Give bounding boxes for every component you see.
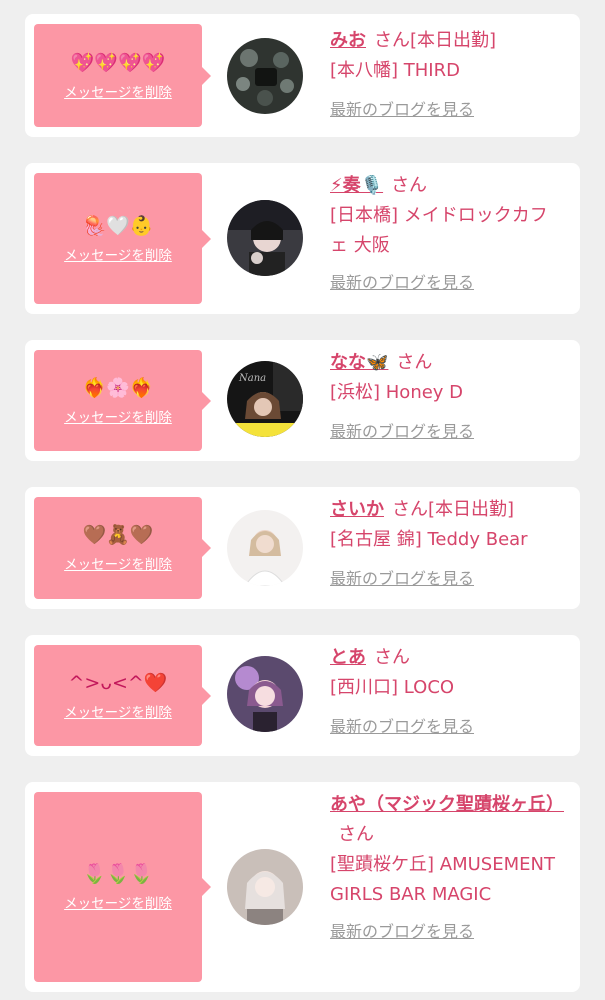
status-badge: [本日出勤] (410, 30, 497, 51)
delete-message-link[interactable]: メッセージを削除 (64, 81, 172, 101)
avatar[interactable] (227, 38, 303, 114)
svg-text:Nana: Nana (238, 373, 266, 384)
list-item: 🪼🤍👶 メッセージを削除 ⚡奏🎙️ さん [日本橋] メイドロックカフェ 大阪 最… (25, 163, 580, 314)
latest-blog-link[interactable]: 最新のブログを見る (330, 920, 474, 944)
delete-message-link[interactable]: メッセージを削除 (64, 406, 172, 426)
shop-name: [浜松] Honey D (330, 382, 464, 403)
honorific: さん (391, 175, 428, 196)
shop-name: [西川口] LOCO (330, 677, 455, 698)
cast-name-link[interactable]: なな🦋 (330, 352, 388, 373)
shop-name: [名古屋 錦] Teddy Bear (330, 529, 528, 550)
shop-name: [日本橋] メイドロックカフェ 大阪 (330, 205, 548, 256)
cast-info: さいか さん[本日出勤] [名古屋 錦] Teddy Bear 最新のブログを見る (330, 495, 562, 591)
list-item: ❤️‍🔥🌸❤️‍🔥 メッセージを削除 Nana なな🦋 さん [浜松] Honey… (25, 340, 580, 461)
message-bubble: 🪼🤍👶 メッセージを削除 (34, 173, 211, 304)
honorific: さん (374, 647, 410, 668)
status-badge: [本日出勤] (428, 499, 515, 520)
avatar-photo-icon (227, 38, 303, 114)
message-emoji: 🪼🤍👶 (82, 214, 154, 237)
shop-name: [聖蹟桜ケ丘] AMUSEMENT GIRLS BAR MAGIC (330, 854, 555, 905)
honorific: さん (374, 30, 410, 51)
latest-blog-link[interactable]: 最新のブログを見る (330, 715, 474, 739)
delete-message-link[interactable]: メッセージを削除 (64, 701, 172, 721)
cast-info: あや（マジック聖蹟桜ヶ丘） さん [聖蹟桜ケ丘] AMUSEMENT GIRLS … (330, 790, 564, 944)
avatar[interactable]: Nana (227, 361, 303, 437)
avatar-photo-icon: Nana (227, 361, 303, 437)
shop-name: [本八幡] THIRD (330, 60, 460, 81)
message-emoji: 🤎🧸🤎 (82, 524, 154, 546)
avatar-photo-icon (227, 200, 303, 276)
message-bubble: ❤️‍🔥🌸❤️‍🔥 メッセージを削除 (34, 350, 211, 451)
list-item: 🤎🧸🤎 メッセージを削除 さいか さん[本日出勤] [名古屋 錦] Teddy B… (25, 487, 580, 609)
cast-name-link[interactable]: さいか (330, 499, 384, 520)
avatar[interactable] (227, 200, 303, 276)
avatar[interactable] (227, 849, 303, 925)
message-list: 💖💖💖💖 メッセージを削除 みお さん[本日出勤] [本八幡] THIRD 最新の… (0, 0, 605, 992)
cast-name-link[interactable]: とあ (330, 647, 366, 668)
cast-info: みお さん[本日出勤] [本八幡] THIRD 最新のブログを見る (330, 26, 562, 122)
message-emoji: 🌷🌷🌷 (82, 863, 154, 885)
avatar-photo-icon (227, 510, 303, 586)
message-bubble: ^>ᴗ<^❤️ メッセージを削除 (34, 645, 211, 746)
list-item: 🌷🌷🌷 メッセージを削除 あや（マジック聖蹟桜ヶ丘） さん [聖蹟桜ケ丘] AMU… (25, 782, 580, 992)
cast-info: とあ さん [西川口] LOCO 最新のブログを見る (330, 643, 562, 739)
message-bubble: 🌷🌷🌷 メッセージを削除 (34, 792, 211, 982)
avatar[interactable] (227, 656, 303, 732)
list-item: ^>ᴗ<^❤️ メッセージを削除 とあ さん [西川口] LOCO 最新のブログを… (25, 635, 580, 756)
message-emoji: ❤️‍🔥🌸❤️‍🔥 (82, 376, 154, 399)
message-bubble: 🤎🧸🤎 メッセージを削除 (34, 497, 211, 599)
cast-info: ⚡奏🎙️ さん [日本橋] メイドロックカフェ 大阪 最新のブログを見る (330, 171, 562, 295)
avatar[interactable] (227, 510, 303, 586)
cast-name-link[interactable]: ⚡奏🎙️ (330, 175, 383, 196)
latest-blog-link[interactable]: 最新のブログを見る (330, 271, 474, 295)
honorific: さん (396, 352, 433, 373)
list-item: 💖💖💖💖 メッセージを削除 みお さん[本日出勤] [本八幡] THIRD 最新の… (25, 14, 580, 137)
delete-message-link[interactable]: メッセージを削除 (64, 892, 172, 912)
message-bubble: 💖💖💖💖 メッセージを削除 (34, 24, 211, 127)
avatar-photo-icon (227, 849, 303, 925)
cast-name-link[interactable]: みお (330, 30, 366, 51)
latest-blog-link[interactable]: 最新のブログを見る (330, 567, 474, 591)
delete-message-link[interactable]: メッセージを削除 (64, 553, 172, 573)
message-emoji: 💖💖💖💖 (70, 51, 166, 74)
latest-blog-link[interactable]: 最新のブログを見る (330, 420, 474, 444)
cast-info: なな🦋 さん [浜松] Honey D 最新のブログを見る (330, 348, 562, 444)
delete-message-link[interactable]: メッセージを削除 (64, 244, 172, 264)
message-emoji: ^>ᴗ<^❤️ (68, 671, 168, 694)
latest-blog-link[interactable]: 最新のブログを見る (330, 98, 474, 122)
honorific: さん (338, 824, 374, 845)
cast-name-link[interactable]: あや（マジック聖蹟桜ヶ丘） (330, 794, 564, 815)
avatar-photo-icon (227, 656, 303, 732)
honorific: さん (392, 499, 428, 520)
